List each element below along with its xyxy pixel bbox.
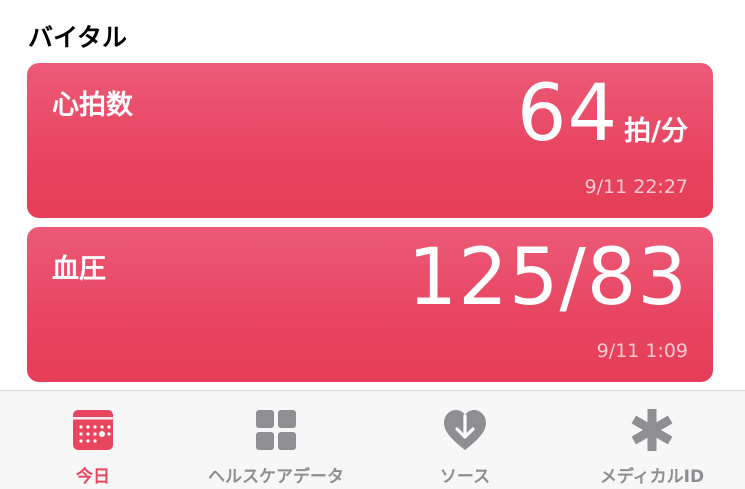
section-title: バイタル <box>28 23 128 52</box>
tab-label: 今日 <box>76 467 110 487</box>
heart-rate-card[interactable]: 心拍数 64 拍/分 9/11 22:27 <box>27 63 713 218</box>
health-app-screen: バイタル 心拍数 64 拍/分 9/11 22:27 血圧 125/83 9/1… <box>0 0 745 489</box>
asterisk-icon <box>631 409 673 451</box>
calendar-icon <box>73 410 113 450</box>
tab-label: メディカルID <box>599 467 705 487</box>
blood-pressure-timestamp: 9/11 1:09 <box>596 340 688 362</box>
tab-bar: 今日 ヘルスケアデータ ソース メディカルID <box>0 390 745 489</box>
blood-pressure-value: 125/83 <box>407 233 688 323</box>
card-value-row: 64 拍/分 <box>517 75 688 153</box>
grid-icon <box>256 410 296 450</box>
card-title: 心拍数 <box>52 90 133 121</box>
heart-rate-unit: 拍/分 <box>624 116 688 147</box>
tab-label: ヘルスケアデータ <box>208 467 344 487</box>
heart-rate-timestamp: 9/11 22:27 <box>584 176 688 198</box>
tab-medical-id[interactable]: メディカルID <box>559 391 745 489</box>
card-value-row: 125/83 <box>408 239 688 317</box>
tab-sources[interactable]: ソース <box>372 391 558 489</box>
heart-rate-value: 64 <box>516 69 619 159</box>
card-title: 血圧 <box>52 254 106 285</box>
tab-health-data[interactable]: ヘルスケアデータ <box>183 391 369 489</box>
tab-label: ソース <box>439 467 491 487</box>
blood-pressure-card[interactable]: 血圧 125/83 9/11 1:09 <box>27 227 713 382</box>
tab-today[interactable]: 今日 <box>0 391 186 489</box>
heart-arrow-icon <box>444 410 486 450</box>
